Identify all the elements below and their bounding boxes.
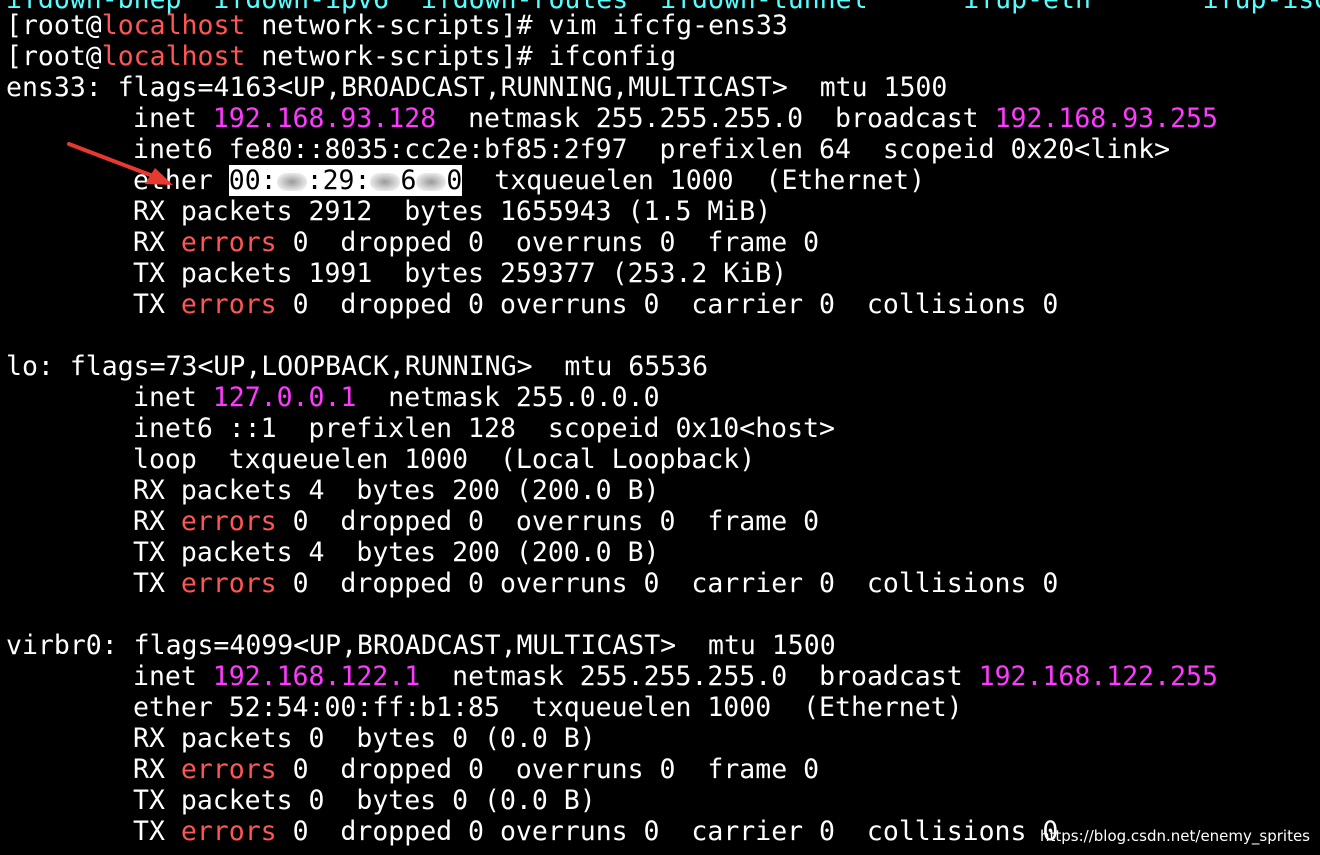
mac-part: 0 <box>446 165 463 196</box>
lo-rx-packets: RX packets 4 bytes 200 (200.0 B) <box>133 475 660 506</box>
interface-name: ens33: <box>6 72 102 103</box>
ens33-tx-errors: TX errors 0 dropped 0 overruns 0 carrier… <box>133 289 1058 320</box>
broadcast-label: broadcast <box>787 661 979 692</box>
watermark: https://blog.csdn.net/enemy_sprites <box>1040 827 1310 845</box>
interface-flags: flags=4163<UP,BROADCAST,RUNNING,MULTICAS… <box>117 72 948 103</box>
ens33-inet6-line: inet6 fe80::8035:cc2e:bf85:2f97 prefixle… <box>133 134 1171 165</box>
prompt-user: root <box>21 10 86 41</box>
interface-flags: flags=4099<UP,BROADCAST,MULTICAST> mtu 1… <box>133 630 836 661</box>
ens33-inet-line: inet 192.168.93.128 netmask 255.255.255.… <box>133 103 1218 134</box>
lo-tx-errors: TX errors 0 dropped 0 overruns 0 carrier… <box>133 568 1058 599</box>
ens33-tx-packets: TX packets 1991 bytes 259377 (253.2 KiB) <box>133 258 788 289</box>
rx-errors-values: 0 dropped 0 overruns 0 frame 0 <box>276 506 820 537</box>
lo-tx-packets: TX packets 4 bytes 200 (200.0 B) <box>133 537 660 568</box>
virbr0-tx-packets: TX packets 0 bytes 0 (0.0 B) <box>133 785 596 816</box>
prompt-host: localhost <box>101 10 246 41</box>
errors-label: errors <box>180 568 277 599</box>
broadcast-label: broadcast <box>803 103 995 134</box>
tx-errors-values: 0 dropped 0 overruns 0 carrier 0 collisi… <box>276 816 1059 847</box>
tx-errors-values: 0 dropped 0 overruns 0 carrier 0 collisi… <box>276 568 1059 599</box>
prompt-user: root <box>21 41 86 72</box>
virbr0-ether-line: ether 52:54:00:ff:b1:85 txqueuelen 1000 … <box>133 692 963 723</box>
redaction-blur <box>276 172 307 191</box>
inet-label: inet <box>133 661 213 692</box>
errors-label: errors <box>180 754 277 785</box>
rx-label: RX <box>133 754 181 785</box>
prompt-line-1: [root@localhost network-scripts]# vim if… <box>6 10 788 41</box>
tx-label: TX <box>133 816 181 847</box>
virbr0-header: virbr0: flags=4099<UP,BROADCAST,MULTICAS… <box>6 630 836 661</box>
virbr0-rx-packets: RX packets 0 bytes 0 (0.0 B) <box>133 723 596 754</box>
redaction-blur <box>370 172 401 191</box>
command-text: ifconfig <box>548 41 677 72</box>
prompt-dir: network-scripts <box>261 41 501 72</box>
redaction-blur <box>416 172 447 191</box>
interface-name: virbr0: <box>6 630 118 661</box>
lo-rx-errors: RX errors 0 dropped 0 overruns 0 frame 0 <box>133 506 819 537</box>
inet-address: 127.0.0.1 <box>212 382 357 413</box>
virbr0-tx-errors: TX errors 0 dropped 0 overruns 0 carrier… <box>133 816 1058 847</box>
netmask-text: netmask 255.0.0.0 <box>388 382 660 413</box>
lo-inet6-line: inet6 ::1 prefixlen 128 scopeid 0x10<hos… <box>133 413 835 444</box>
mac-part: 00: <box>228 165 277 196</box>
interface-flags: flags=73<UP,LOOPBACK,RUNNING> mtu 65536 <box>69 351 709 382</box>
inet-address: 192.168.122.1 <box>212 661 421 692</box>
ens33-rx-packets: RX packets 2912 bytes 1655943 (1.5 MiB) <box>133 196 772 227</box>
rx-errors-values: 0 dropped 0 overruns 0 frame 0 <box>276 754 820 785</box>
command-text: vim ifcfg-ens33 <box>548 10 788 41</box>
inet-address: 192.168.93.128 <box>212 103 437 134</box>
ens33-header: ens33: flags=4163<UP,BROADCAST,RUNNING,M… <box>6 72 947 103</box>
tx-errors-values: 0 dropped 0 overruns 0 carrier 0 collisi… <box>276 289 1059 320</box>
mac-address-highlight: 00: :29: 6 0 <box>228 165 463 196</box>
inet-label: inet <box>133 382 213 413</box>
terminal-window[interactable]: ifdown-bnep ifdown-ipv6 ifdown-routes if… <box>0 0 1320 855</box>
errors-label: errors <box>180 816 277 847</box>
prompt-dir: network-scripts <box>261 10 501 41</box>
errors-label: errors <box>180 289 277 320</box>
netmask-text: netmask 255.255.255.0 <box>468 103 804 134</box>
lo-loop-line: loop txqueuelen 1000 (Local Loopback) <box>133 444 756 475</box>
interface-name: lo: <box>6 351 54 382</box>
red-arrow-icon <box>67 142 173 185</box>
tx-label: TX <box>133 289 181 320</box>
inet-label: inet <box>133 103 213 134</box>
virbr0-inet-line: inet 192.168.122.1 netmask 255.255.255.0… <box>133 661 1218 692</box>
lo-header: lo: flags=73<UP,LOOPBACK,RUNNING> mtu 65… <box>6 351 708 382</box>
ens33-ether-line: ether 00::29: 6 0 txqueuelen 1000 (Etherne… <box>133 165 925 196</box>
prompt-line-2: [root@localhost network-scripts]# ifconf… <box>6 41 677 72</box>
errors-label: errors <box>180 506 277 537</box>
rx-label: RX <box>133 506 181 537</box>
broadcast-address: 192.168.93.255 <box>994 103 1218 134</box>
netmask-text: netmask 255.255.255.0 <box>452 661 788 692</box>
mac-part: :29: <box>306 165 371 196</box>
lo-inet-line: inet 127.0.0.1 netmask 255.0.0.0 <box>133 382 660 413</box>
virbr0-rx-errors: RX errors 0 dropped 0 overruns 0 frame 0 <box>133 754 819 785</box>
rx-errors-values: 0 dropped 0 overruns 0 frame 0 <box>276 227 820 258</box>
ether-tail: txqueuelen 1000 (Ethernet) <box>462 165 926 196</box>
rx-label: RX <box>133 227 181 258</box>
errors-label: errors <box>180 227 277 258</box>
ens33-rx-errors: RX errors 0 dropped 0 overruns 0 frame 0 <box>133 227 819 258</box>
prompt-host: localhost <box>101 41 246 72</box>
tx-label: TX <box>133 568 181 599</box>
mac-part: 6 <box>400 165 417 196</box>
broadcast-address: 192.168.122.255 <box>978 661 1218 692</box>
